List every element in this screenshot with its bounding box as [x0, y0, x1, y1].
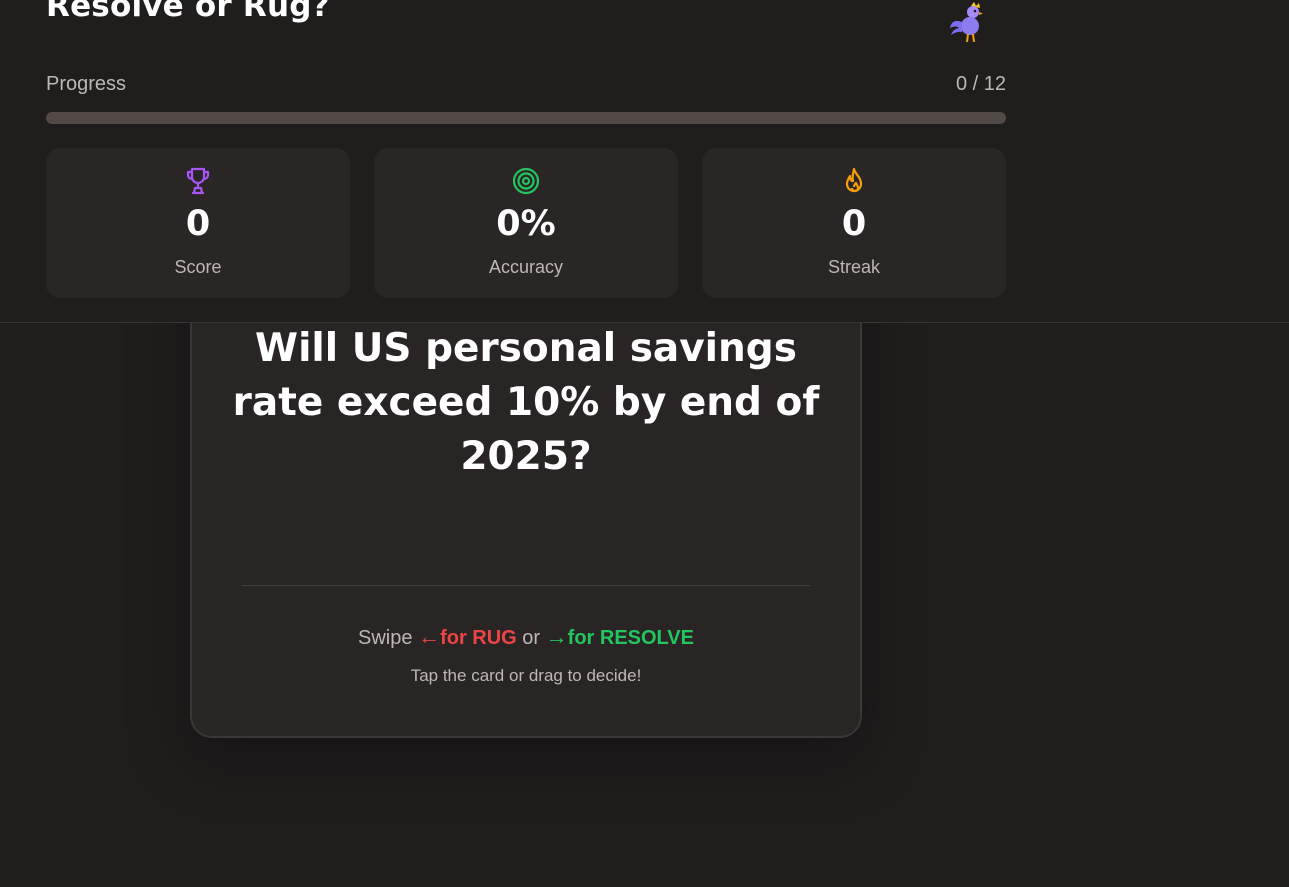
streak-card: 0 Streak [702, 148, 1006, 298]
card-divider [242, 585, 810, 586]
accuracy-label: Accuracy [488, 257, 564, 277]
trophy-icon [186, 167, 210, 195]
game-header: Resolve or Rug? Progress 0 / 12 0 Score [0, 0, 1289, 323]
score-card: 0 Score [46, 148, 350, 298]
streak-value: 0 [841, 204, 867, 244]
accuracy-card: 0% Accuracy [374, 148, 678, 298]
swipe-prefix: Swipe [358, 627, 413, 649]
target-icon [512, 167, 540, 195]
rug-label: for RUG [440, 627, 517, 649]
left-arrow-icon: ← [418, 624, 441, 649]
swipe-instructions: Swipe ←for RUG or →for RESOLVE [192, 624, 860, 650]
page-title: Resolve or Rug? [46, 0, 330, 24]
accuracy-value: 0% [496, 204, 556, 244]
streak-label: Streak [827, 257, 881, 277]
question-text: Will US personal savings rate exceed 10%… [232, 326, 820, 479]
resolve-label: for RESOLVE [567, 627, 694, 649]
rooster-mascot-icon [950, 2, 983, 43]
score-label: Score [174, 257, 222, 277]
right-arrow-icon: → [545, 624, 568, 649]
card-hint: Tap the card or drag to decide! [410, 666, 642, 685]
flame-icon [845, 167, 863, 193]
progress-bar [46, 112, 1006, 124]
progress-count: 0 / 12 [955, 73, 1006, 95]
or-text: or [522, 627, 541, 649]
score-value: 0 [185, 204, 211, 244]
progress-label: Progress [46, 73, 127, 95]
